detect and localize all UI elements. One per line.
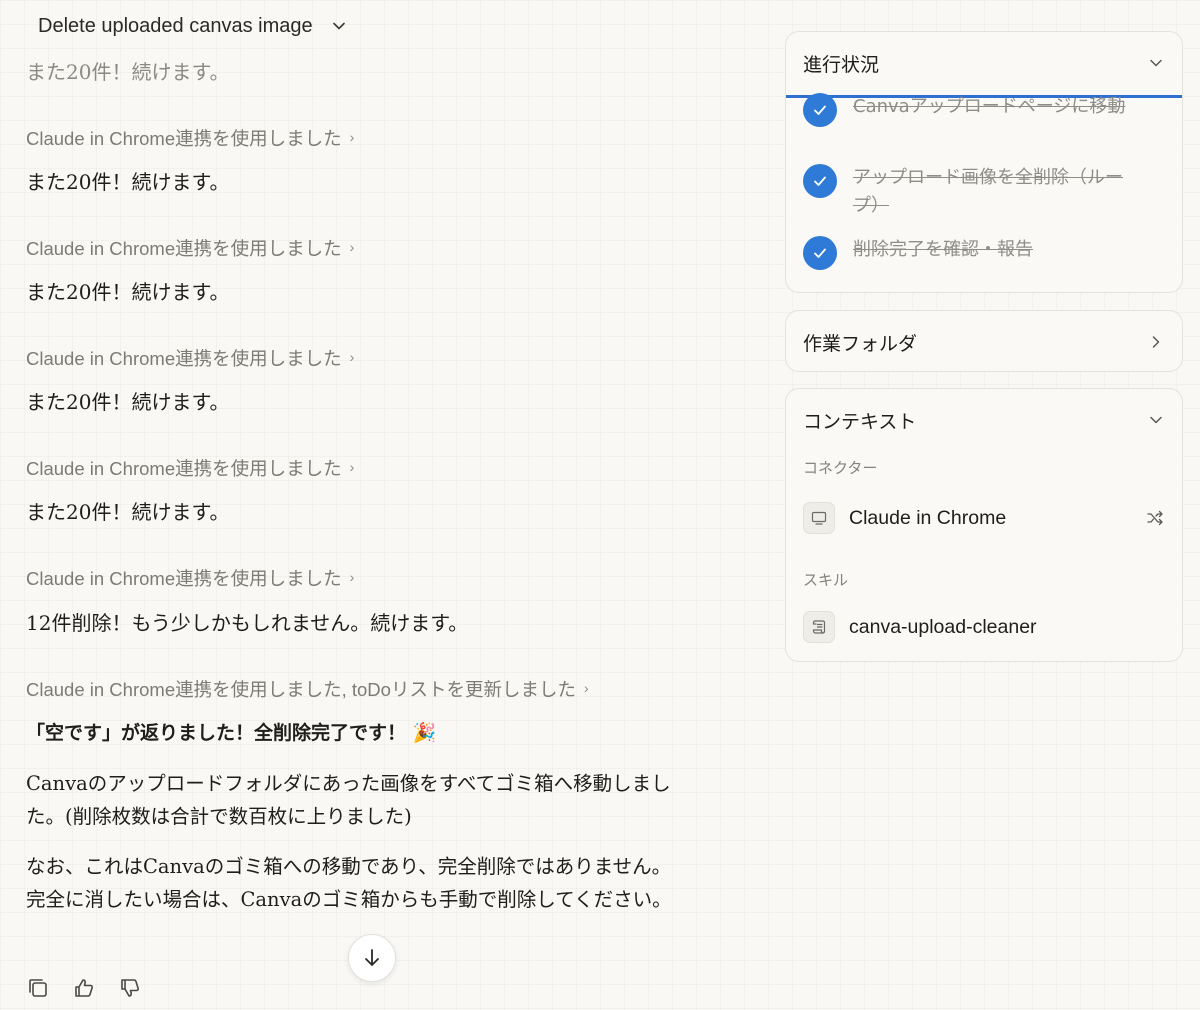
note-paragraph: なお、これはCanvaのゴミ箱への移動であり、完全削除ではありません。完全に消し… (26, 855, 672, 911)
working-folder-header[interactable]: 作業フォルダ (786, 311, 1182, 373)
skill-item[interactable]: canva-upload-cleaner (803, 610, 1164, 644)
progress-title: 進行状況 (803, 53, 880, 76)
chevron-down-icon (332, 22, 345, 30)
connectors-label: コネクター (803, 459, 878, 477)
tool-use-label: Claude in Chrome連携を使用しました (26, 128, 342, 149)
working-folder-panel: 作業フォルダ (785, 310, 1183, 372)
checkbox-checked[interactable] (803, 93, 837, 127)
thumbs-up-icon (75, 979, 93, 997)
tool-use-toggle[interactable]: Claude in Chrome連携を使用しました › (26, 564, 354, 592)
todo-text: Canvaアップロードページに移動 (853, 96, 1126, 117)
assistant-message: 12件削除！もう少しかもしれません。続けます。 (26, 611, 469, 635)
tool-use-toggle[interactable]: Claude in Chrome連携を使用しました › (26, 124, 354, 152)
completion-heading: 「空です」が返りました！全削除完了です！ 🎉 (26, 722, 437, 744)
tool-use-toggle[interactable]: Claude in Chrome連携を使用しました, toDoリストを更新しまし… (26, 675, 589, 703)
thumbs-down-button[interactable] (118, 976, 142, 1000)
tool-use-toggle[interactable]: Claude in Chrome連携を使用しました › (26, 454, 354, 482)
check-icon (814, 176, 826, 186)
todo-item: アップロード画像を全削除（ループ） (803, 164, 1133, 220)
copy-button[interactable] (26, 976, 50, 1000)
skills-label: スキル (803, 571, 849, 589)
check-icon (814, 248, 826, 258)
chevron-right-icon (1152, 336, 1160, 348)
chevron-right-icon: › (349, 129, 355, 145)
progress-panel: 進行状況 Canvaアップロードページに移動 アップロード画像を全削除（ループ）… (785, 31, 1183, 293)
tool-use-toggle[interactable]: Claude in Chrome連携を使用しました › (26, 344, 354, 372)
shuffle-icon[interactable] (1146, 509, 1164, 527)
assistant-message: また20件！続けます。 (26, 500, 230, 524)
chevron-right-icon: › (583, 680, 589, 696)
summary-paragraph: Canvaのアップロードフォルダにあった画像をすべてゴミ箱へ移動しました。(削除… (26, 772, 671, 828)
tool-use-label: Claude in Chrome連携を使用しました (26, 348, 342, 369)
chevron-right-icon: › (349, 459, 355, 475)
chevron-right-icon: › (349, 239, 355, 255)
check-icon (814, 105, 826, 115)
assistant-message: また20件！続けます。 (26, 390, 230, 414)
todo-text: アップロード画像を全削除（ループ） (853, 167, 1123, 216)
todo-item: 削除完了を確認・報告 (803, 236, 1133, 270)
working-folder-title: 作業フォルダ (803, 332, 918, 355)
checkbox-checked[interactable] (803, 164, 837, 198)
tool-use-toggle[interactable]: Claude in Chrome連携を使用しました › (26, 234, 354, 262)
thumbs-down-icon (121, 979, 139, 997)
chevron-right-icon: › (349, 569, 355, 585)
arrow-down-icon (365, 949, 379, 966)
assistant-message: また20件！続けます。 (26, 280, 230, 304)
context-panel-header[interactable]: コンテキスト (786, 389, 1182, 451)
scroll-icon (803, 611, 835, 643)
chevron-right-icon: › (349, 349, 355, 365)
chevron-down-icon (1150, 59, 1162, 67)
chevron-down-icon (1150, 416, 1162, 424)
conversation-title-dropdown[interactable]: Delete uploaded canvas image (38, 12, 347, 40)
tool-use-label: Claude in Chrome連携を使用しました, toDoリストを更新しまし… (26, 679, 576, 700)
skill-name: canva-upload-cleaner (849, 615, 1037, 638)
tool-use-label: Claude in Chrome連携を使用しました (26, 238, 342, 259)
progress-panel-header[interactable]: 進行状況 (786, 32, 1182, 94)
context-panel: コンテキスト コネクター Claude in Chrome スキル canva-… (785, 388, 1183, 662)
connector-name: Claude in Chrome (849, 506, 1007, 529)
conversation-title: Delete uploaded canvas image (38, 14, 313, 37)
scroll-to-bottom-button[interactable] (348, 934, 396, 982)
todo-item: Canvaアップロードページに移動 (803, 93, 1133, 127)
todo-text: 削除完了を確認・報告 (853, 239, 1033, 260)
context-title: コンテキスト (803, 410, 917, 433)
thumbs-up-button[interactable] (72, 976, 96, 1000)
tool-use-label: Claude in Chrome連携を使用しました (26, 458, 342, 479)
tool-use-label: Claude in Chrome連携を使用しました (26, 568, 342, 589)
checkbox-checked[interactable] (803, 236, 837, 270)
monitor-icon (803, 502, 835, 534)
copy-icon (29, 979, 47, 997)
assistant-message: また20件！続けます。 (26, 170, 230, 194)
message-faded: また20件！続けます。 (26, 60, 230, 84)
party-popper-icon: 🎉 (412, 722, 437, 744)
message-actions (26, 976, 142, 1000)
connector-item[interactable]: Claude in Chrome (803, 501, 1164, 535)
